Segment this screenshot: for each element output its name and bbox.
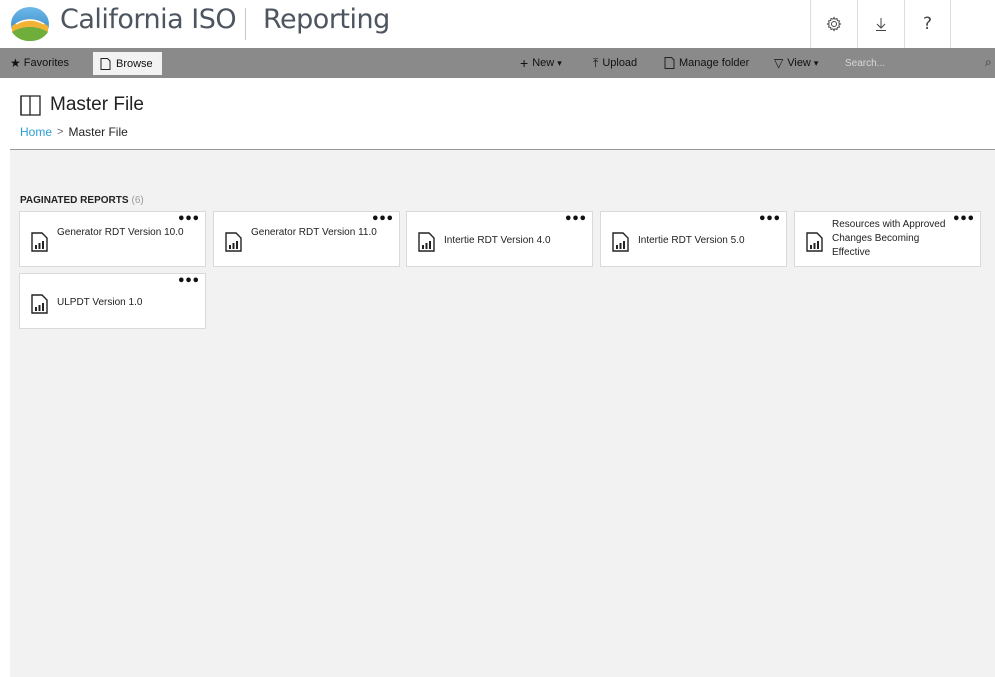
report-name: Intertie RDT Version 5.0 (638, 235, 745, 246)
view-menu-button[interactable]: ▽ View ▾ (774, 48, 818, 78)
manage-folder-button[interactable]: Manage folder (664, 48, 749, 78)
chevron-right-icon: > (57, 126, 64, 138)
report-icon (225, 232, 242, 252)
more-options-icon[interactable]: ••• (564, 213, 587, 226)
chevron-down-icon: ▾ (813, 57, 819, 68)
more-options-icon[interactable]: ••• (758, 213, 781, 226)
report-name: ULPDT Version 1.0 (57, 297, 143, 308)
report-tile[interactable]: Generator RDT Version 10.0 ••• (19, 211, 206, 267)
breadcrumb: Home > Master File (20, 125, 128, 139)
search-icon[interactable]: ⌕ (985, 55, 992, 70)
report-icon (806, 232, 823, 252)
brand-name: California ISO (60, 4, 237, 35)
gear-icon (826, 16, 842, 32)
breadcrumb-current: Master File (68, 125, 128, 139)
new-label: New (532, 57, 555, 69)
report-tile[interactable]: Intertie RDT Version 5.0 ••• (600, 211, 787, 267)
browse-label: Browse (116, 57, 153, 70)
more-options-icon[interactable]: ••• (177, 275, 200, 288)
app-header: California ISO Reporting ? (0, 0, 995, 48)
header-divider (245, 8, 246, 40)
section-label: PAGINATED REPORTS (6) (20, 195, 144, 206)
report-icon (31, 232, 48, 252)
download-button[interactable] (857, 0, 904, 48)
section-title: PAGINATED REPORTS (20, 195, 129, 206)
report-icon (612, 232, 629, 252)
view-label: View (787, 57, 811, 69)
upload-button[interactable]: ⤒ Upload (593, 48, 637, 78)
help-icon: ? (922, 14, 933, 34)
folder-icon (664, 57, 675, 69)
report-tile[interactable]: Generator RDT Version 11.0 ••• (213, 211, 400, 267)
filter-icon: ▽ (774, 56, 784, 70)
manage-folder-label: Manage folder (679, 57, 750, 69)
upload-icon: ⤒ (593, 55, 599, 70)
favorites-tab[interactable]: ★ Favorites (10, 53, 69, 73)
report-name: Generator RDT Version 11.0 (251, 227, 377, 238)
more-options-icon[interactable]: ••• (371, 213, 394, 226)
breadcrumb-home-link[interactable]: Home (20, 125, 52, 139)
section-count: (6) (131, 195, 144, 206)
chevron-down-icon: ▾ (557, 57, 562, 68)
report-tile[interactable]: Intertie RDT Version 4.0 ••• (406, 211, 593, 267)
document-icon (100, 57, 111, 70)
settings-button[interactable] (810, 0, 857, 48)
folder-icon (20, 95, 41, 116)
favorites-label: Favorites (23, 57, 70, 69)
plus-icon: + (520, 55, 529, 71)
report-tile[interactable]: Resources with Approved Changes Becoming… (794, 211, 981, 267)
star-icon: ★ (10, 56, 21, 70)
download-icon (876, 18, 886, 31)
help-button[interactable]: ? (904, 0, 951, 48)
report-name: Generator RDT Version 10.0 (57, 227, 184, 238)
app-title: Reporting (263, 4, 390, 35)
report-tile[interactable]: ULPDT Version 1.0 ••• (19, 273, 206, 329)
new-menu-button[interactable]: + New ▾ (520, 48, 562, 78)
browse-tab[interactable]: Browse (93, 52, 162, 75)
more-options-icon[interactable]: ••• (177, 213, 200, 226)
report-name: Resources with Approved Changes Becoming… (832, 219, 946, 258)
upload-label: Upload (602, 57, 638, 69)
search-input[interactable]: Search... (835, 48, 995, 78)
report-icon (418, 232, 435, 252)
report-icon (31, 294, 48, 314)
page-title: Master File (50, 94, 144, 115)
more-options-icon[interactable]: ••• (952, 213, 975, 226)
california-iso-logo (11, 7, 49, 41)
report-name: Intertie RDT Version 4.0 (444, 235, 551, 246)
